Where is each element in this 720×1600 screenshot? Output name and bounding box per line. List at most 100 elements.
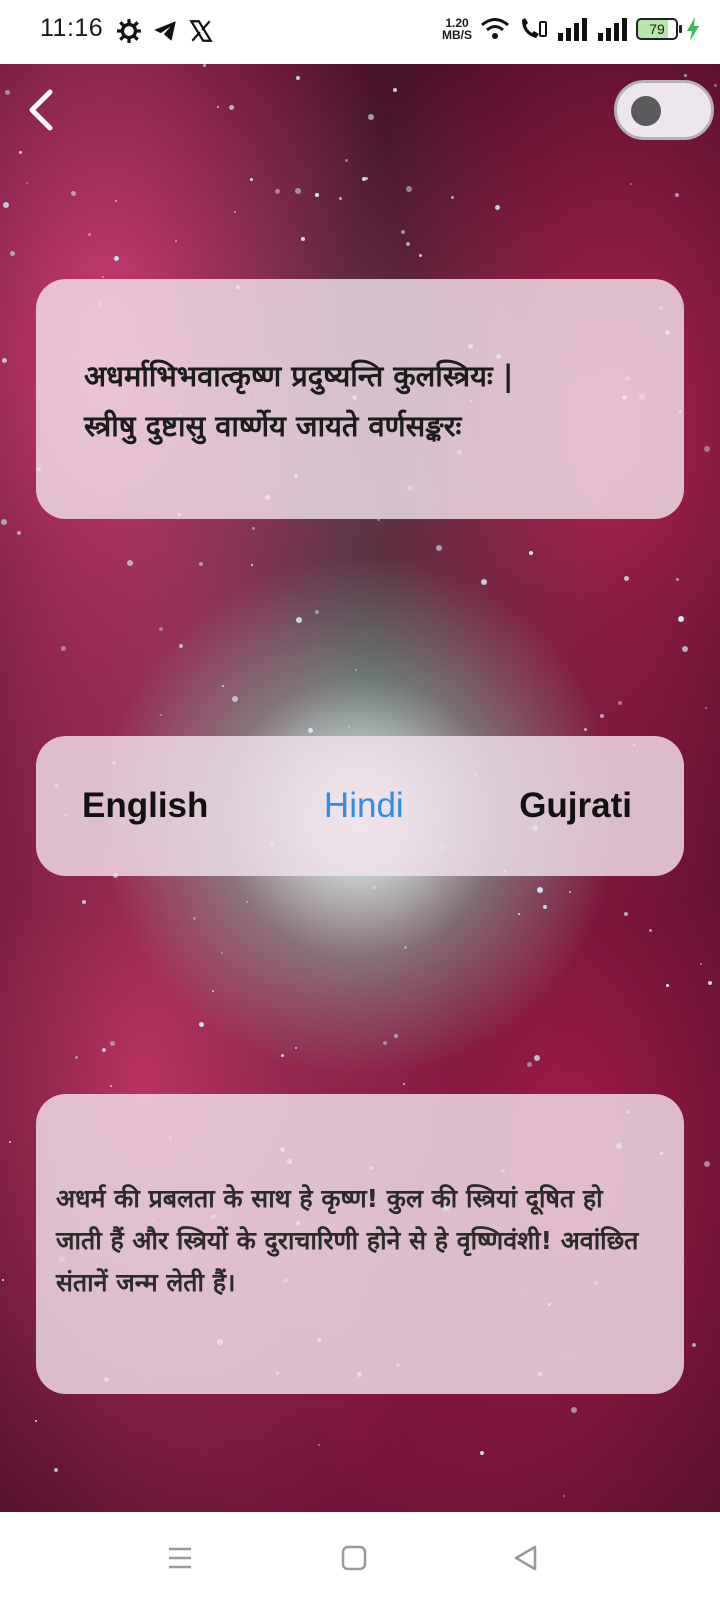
- star: [537, 887, 543, 893]
- star: [5, 90, 10, 95]
- star: [676, 578, 679, 581]
- star: [19, 151, 22, 154]
- star: [102, 276, 104, 278]
- net-speed: 1.20 MB/S: [442, 17, 472, 41]
- star: [406, 186, 412, 192]
- star: [563, 1495, 565, 1497]
- star: [26, 182, 28, 184]
- star: [35, 1420, 37, 1422]
- star: [518, 913, 520, 915]
- telegram-icon: [154, 21, 176, 41]
- star: [2, 1279, 4, 1281]
- star: [71, 191, 76, 196]
- star: [229, 105, 234, 110]
- back-button[interactable]: [20, 84, 64, 136]
- star: [480, 1451, 484, 1455]
- star: [10, 251, 15, 256]
- toggle-knob: [631, 96, 661, 126]
- battery-icon: 79: [636, 18, 682, 40]
- verse-line-1: अधर्माभिभवात्कृष्ण प्रदुष्यन्ति कुलस्त्र…: [84, 359, 514, 393]
- star: [193, 917, 196, 920]
- signal-icon: [558, 18, 587, 41]
- star: [61, 646, 66, 651]
- nav-back-button[interactable]: [504, 1536, 548, 1580]
- star: [678, 616, 684, 622]
- star: [232, 696, 238, 702]
- star: [159, 627, 163, 631]
- star: [1, 519, 7, 525]
- status-notification-icons: [116, 18, 214, 44]
- wifi-call-icon: [522, 18, 547, 38]
- settings-icon: [117, 19, 141, 43]
- star: [110, 1041, 115, 1046]
- star: [393, 88, 397, 92]
- status-time: 11:16: [40, 14, 104, 42]
- star: [624, 576, 629, 581]
- star: [368, 114, 374, 120]
- star: [221, 952, 223, 954]
- home-button[interactable]: [332, 1536, 376, 1580]
- star: [584, 728, 587, 731]
- theme-toggle[interactable]: [614, 80, 714, 140]
- star: [348, 726, 350, 728]
- verse-card: अधर्माभिभवात्कृष्ण प्रदुष्यन्ति कुलस्त्र…: [36, 279, 684, 519]
- star: [345, 159, 348, 162]
- home-icon: [341, 1545, 367, 1571]
- star: [301, 237, 305, 241]
- star: [704, 446, 710, 452]
- star: [82, 900, 86, 904]
- net-speed-unit: MB/S: [442, 28, 472, 42]
- star: [3, 202, 9, 208]
- status-bar: 11:16 1.20 MB/S 79: [0, 0, 720, 64]
- star: [9, 1141, 11, 1143]
- star: [179, 644, 183, 648]
- translation-text: अधर्म की प्रबलता के साथ हे कृष्ण! कुल की…: [56, 1184, 639, 1297]
- star: [419, 254, 422, 257]
- star: [714, 84, 717, 87]
- star: [406, 242, 410, 246]
- star: [308, 728, 313, 733]
- star: [114, 256, 119, 261]
- star: [529, 551, 533, 555]
- tab-english[interactable]: English: [82, 786, 208, 826]
- star: [88, 233, 91, 236]
- star: [365, 177, 368, 180]
- star: [666, 984, 669, 987]
- tab-gujrati[interactable]: Gujrati: [519, 786, 632, 826]
- star: [295, 1047, 297, 1049]
- star: [600, 714, 604, 718]
- star: [115, 200, 117, 202]
- star: [110, 1085, 112, 1087]
- star: [127, 560, 133, 566]
- star: [682, 646, 688, 652]
- star: [401, 230, 405, 234]
- tab-hindi[interactable]: Hindi: [324, 786, 404, 826]
- star: [571, 1407, 577, 1413]
- star: [54, 1468, 58, 1472]
- chevron-left-icon: [29, 89, 53, 131]
- recent-apps-button[interactable]: [158, 1536, 202, 1580]
- star: [17, 531, 21, 535]
- star: [569, 891, 571, 893]
- star: [175, 240, 177, 242]
- star: [315, 610, 319, 614]
- star: [252, 527, 255, 530]
- star: [383, 1041, 387, 1045]
- star: [708, 981, 712, 985]
- star: [704, 1161, 710, 1167]
- star: [217, 106, 219, 108]
- verse-text: अधर्माभिभवात्कृष्ण प्रदुष्यन्ति कुलस्त्र…: [84, 351, 644, 451]
- star: [700, 963, 702, 965]
- star: [75, 1056, 78, 1059]
- star: [295, 188, 301, 194]
- star: [404, 946, 407, 949]
- star: [275, 189, 280, 194]
- star: [534, 1055, 540, 1061]
- star: [624, 912, 628, 916]
- menu-icon: [169, 1547, 191, 1569]
- star: [318, 1444, 320, 1446]
- star: [495, 205, 500, 210]
- signal-icon-2: [598, 18, 627, 41]
- translation-card: अधर्म की प्रबलता के साथ हे कृष्ण! कुल की…: [36, 1094, 684, 1394]
- language-selector: English Hindi Gujrati: [36, 736, 684, 876]
